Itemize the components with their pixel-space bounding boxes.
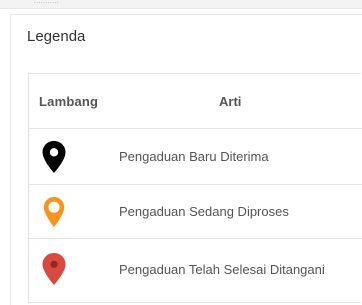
top-strip: ........... xyxy=(0,0,362,9)
legend-title: Legenda xyxy=(27,28,86,45)
top-strip-text: ........... xyxy=(34,0,59,5)
legend-table: Lambang Arti Pengaduan Baru Diterima Pen… xyxy=(28,73,362,303)
map-pin-orange-icon xyxy=(43,197,65,227)
legend-label-completed: Pengaduan Telah Selesai Ditangani xyxy=(119,262,325,277)
legend-page: ........... Legenda Lambang Arti Pengadu… xyxy=(0,0,362,305)
column-header-symbol: Lambang xyxy=(39,94,99,109)
legend-label-in-progress: Pengaduan Sedang Diproses xyxy=(119,204,289,219)
legend-row-completed: Pengaduan Telah Selesai Ditangani xyxy=(29,239,362,302)
legend-panel: Legenda Lambang Arti Pengaduan Baru Dite… xyxy=(10,14,362,305)
legend-row-new: Pengaduan Baru Diterima xyxy=(29,129,362,185)
legend-table-header: Lambang Arti xyxy=(29,74,362,129)
map-pin-black-icon xyxy=(42,141,66,173)
column-header-meaning: Arti xyxy=(219,94,242,109)
legend-label-new: Pengaduan Baru Diterima xyxy=(119,149,269,164)
map-pin-red-icon xyxy=(42,253,66,285)
legend-row-in-progress: Pengaduan Sedang Diproses xyxy=(29,185,362,239)
